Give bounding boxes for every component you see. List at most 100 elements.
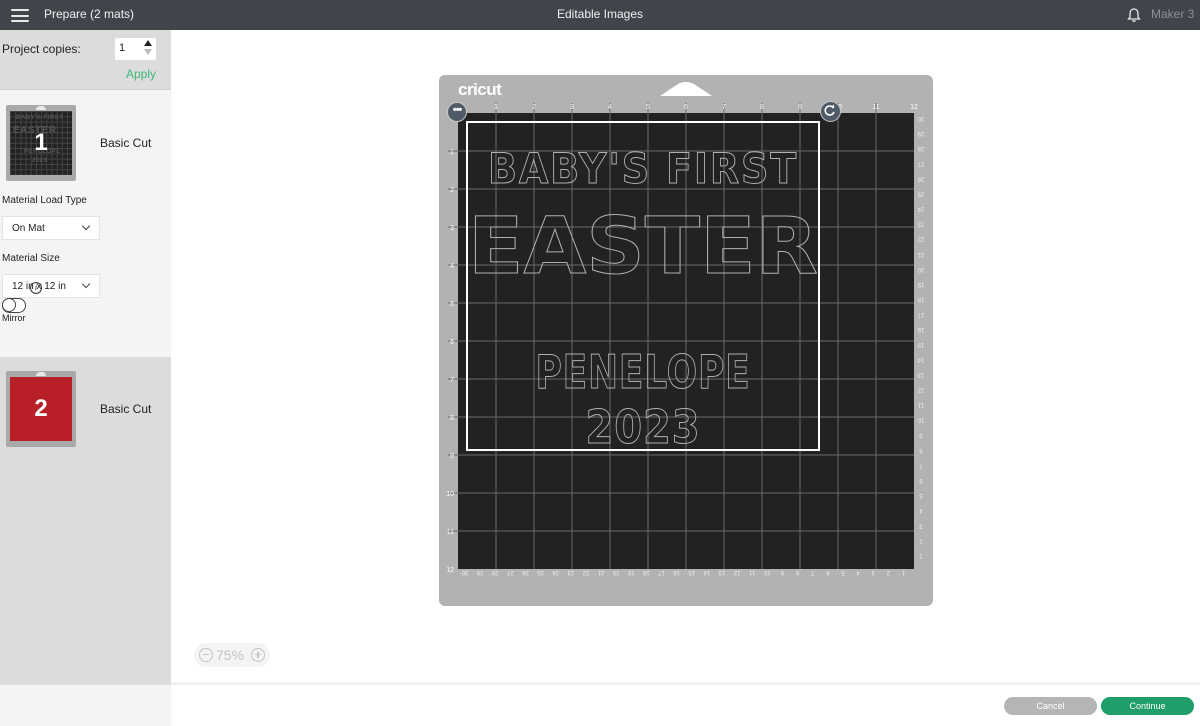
ruler-tick-bottom-cm: 22 [582, 569, 589, 575]
ruler-tick-bottom-cm: 6 [826, 569, 830, 575]
zoom-in-icon[interactable] [251, 648, 265, 662]
ruler-tick-right-cm: 18 [917, 296, 924, 302]
ruler-tick-bottom-cm: 1 [901, 569, 905, 575]
mat-number: 2 [34, 395, 48, 422]
ruler-tick-bottom-cm: 11 [748, 569, 755, 575]
ruler-tick-top: 12 [910, 104, 918, 111]
ruler-tick-bottom-cm: 23 [567, 569, 574, 575]
ruler-tick-left: 8 [450, 415, 454, 422]
ruler-tick-right-cm: 11 [917, 402, 924, 408]
chevron-down-icon [81, 221, 91, 231]
ruler-tick-bottom-cm: 16 [673, 569, 680, 575]
material-size-label: Material Size [2, 253, 60, 264]
ruler-tick-right-cm: 15 [917, 341, 924, 347]
mat-label: Basic Cut [100, 136, 152, 150]
zoom-level: 75% [216, 647, 245, 663]
ruler-tick-top: 8 [760, 104, 764, 111]
ruler-tick-right-cm: 29 [917, 130, 924, 136]
ruler-tick-left: 10 [446, 491, 454, 498]
ruler-tick-right-cm: 1 [919, 552, 923, 558]
mat-grip-icon [660, 82, 712, 96]
ruler-tick-left: 12 [446, 567, 454, 574]
ruler-tick-top: 4 [608, 104, 612, 111]
design-text: 2023 [586, 400, 701, 454]
ruler-tick-bottom-cm: 8 [795, 569, 799, 575]
ruler-tick-left: 11 [447, 529, 454, 536]
project-copies-input[interactable]: 1 [115, 38, 156, 60]
mat-item-1[interactable]: BABY'S FIRST EASTER PENELOPE 2023 1 Basi… [0, 91, 171, 357]
increment-icon[interactable] [144, 40, 152, 46]
ruler-tick-top: 6 [684, 104, 688, 111]
sidebar-footer [0, 685, 171, 726]
ruler-tick-bottom-cm: 29 [476, 569, 483, 575]
ruler-tick-bottom-cm: 7 [810, 569, 814, 575]
ruler-tick-top: 5 [646, 104, 650, 111]
mirror-toggle[interactable] [2, 298, 26, 313]
ruler-tick-left: 9 [450, 453, 454, 460]
ruler-tick-right-cm: 12 [917, 387, 924, 393]
toggle-knob [2, 298, 16, 312]
info-icon[interactable]: i [30, 282, 42, 294]
ellipsis-icon[interactable]: ••• [447, 102, 467, 122]
ruler-tick-right-cm: 9 [919, 432, 923, 438]
ruler-tick-right-cm: 4 [919, 507, 923, 513]
zoom-out-icon[interactable] [199, 648, 213, 662]
rotate-icon[interactable] [820, 101, 841, 122]
mat-thumbnail-2[interactable]: 2 [6, 371, 76, 447]
ruler-tick-bottom-cm: 2 [886, 569, 890, 575]
ruler-tick-bottom-cm: 3 [871, 569, 875, 575]
ruler-tick-right-cm: 20 [917, 266, 924, 272]
ruler-tick-left: 4 [450, 263, 454, 270]
mat-item-2[interactable]: 2 Basic Cut [0, 357, 171, 685]
ruler-tick-right-cm: 3 [919, 522, 923, 528]
machine-selector[interactable]: Maker 3 [1151, 7, 1194, 21]
material-size-select[interactable]: 12 in x 12 in [2, 274, 100, 298]
ruler-tick-right-cm: 28 [917, 145, 924, 151]
cancel-button[interactable]: Cancel [1004, 697, 1097, 715]
ruler-tick-bottom-cm: 18 [642, 569, 649, 575]
design-text: PENELOPE [536, 345, 751, 399]
ruler-tick-bottom-cm: 25 [537, 569, 544, 575]
ruler-tick-bottom-cm: 20 [612, 569, 619, 575]
decrement-icon[interactable] [144, 49, 152, 55]
hamburger-icon[interactable] [11, 9, 29, 22]
ruler-tick-top: 3 [570, 104, 574, 111]
ruler-tick-left: 6 [450, 339, 454, 346]
mat-label: Basic Cut [100, 402, 152, 416]
mirror-label: Mirror [2, 313, 26, 323]
ruler-tick-bottom-cm: 14 [703, 569, 710, 575]
ruler-tick-bottom-cm: 9 [780, 569, 784, 575]
ruler-tick-bottom-cm: 4 [856, 569, 860, 575]
material-load-type-select[interactable]: On Mat [2, 216, 100, 240]
ruler-tick-left: 3 [450, 225, 454, 232]
ruler-tick-bottom-cm: 30 [461, 569, 468, 575]
ruler-tick-top: 9 [798, 104, 802, 111]
ruler-tick-bottom-cm: 15 [688, 569, 695, 575]
ruler-tick-right-cm: 13 [917, 371, 924, 377]
ruler-tick-bottom-cm: 28 [491, 569, 498, 575]
mat-sidebar: Project copies: 1 Apply BABY'S FIRST EAS… [0, 30, 171, 726]
ruler-tick-bottom-cm: 13 [718, 569, 725, 575]
project-copies-value: 1 [119, 42, 126, 54]
ruler-tick-right-cm: 14 [917, 356, 924, 362]
ruler-tick-top: 2 [532, 104, 536, 111]
bell-icon[interactable] [1126, 7, 1142, 23]
ruler-tick-right-cm: 24 [917, 206, 924, 212]
design-text: EASTER [468, 202, 818, 292]
ruler-tick-bottom-cm: 12 [733, 569, 740, 575]
cutting-mat: cricut 123456789101112123456789101112302… [439, 75, 933, 606]
mat-tab [36, 372, 46, 376]
ruler-tick-right-cm: 8 [919, 447, 923, 453]
continue-button[interactable]: Continue [1101, 697, 1194, 715]
page-title: Prepare (2 mats) [44, 7, 135, 21]
ruler-tick-right-cm: 26 [917, 175, 924, 181]
ruler-tick-bottom-cm: 24 [552, 569, 559, 575]
apply-button[interactable]: Apply [126, 67, 156, 81]
ruler-tick-right-cm: 7 [919, 462, 923, 468]
ruler-tick-bottom-cm: 10 [763, 569, 770, 575]
mat-number: 1 [34, 129, 48, 156]
design-text: BABY'S FIRST [488, 144, 798, 193]
mat-grid[interactable]: 1234567891011121234567891011123029282726… [439, 99, 933, 589]
ruler-tick-left: 2 [450, 187, 454, 194]
mat-thumbnail-1[interactable]: BABY'S FIRST EASTER PENELOPE 2023 1 [6, 105, 76, 181]
